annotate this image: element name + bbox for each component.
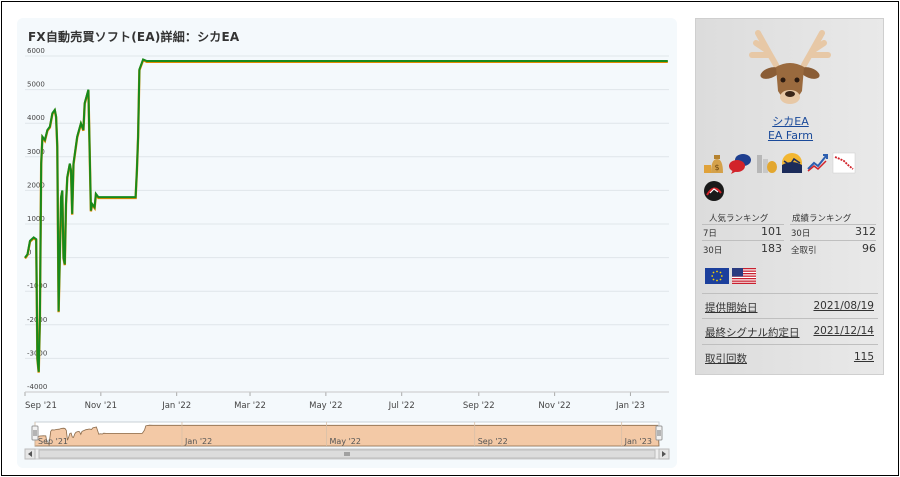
navigator-tick-label: Jan '22 bbox=[184, 437, 212, 446]
navigator-tick-label: Sep '21 bbox=[38, 437, 68, 446]
y-tick-label: 4000 bbox=[27, 114, 45, 122]
divider bbox=[702, 344, 878, 345]
page-frame: FX自動売買ソフト(EA)詳細：シカEA 6000 5000 4000 3000 200… bbox=[1, 1, 899, 476]
downtrend-icon[interactable] bbox=[832, 151, 856, 175]
y-tick-label: -4000 bbox=[27, 383, 47, 391]
popularity-rank-title: 人気ランキング bbox=[709, 214, 769, 224]
navigator-right-handle[interactable] bbox=[655, 425, 663, 441]
speech-bubbles-icon[interactable] bbox=[728, 151, 752, 175]
x-tick-label: Jan '22 bbox=[161, 401, 191, 411]
performance-rank-all-label: 全取引 bbox=[791, 246, 817, 256]
eu-flag-icon bbox=[705, 268, 729, 284]
start-date-value[interactable]: 2021/08/19 bbox=[813, 300, 874, 312]
deer-icon bbox=[749, 30, 831, 104]
vendor-link[interactable]: EA Farm bbox=[696, 129, 885, 142]
y-tick-label: 1000 bbox=[27, 215, 45, 223]
ea-profile-sidebar: シカEA EA Farm $ 人気ランキング 成績ランキング 7日 101 30… bbox=[695, 18, 884, 375]
equity-chart[interactable]: 6000500040003000200010000-1000-2000-3000… bbox=[17, 18, 677, 468]
x-tick-label: May '22 bbox=[309, 401, 342, 411]
popularity-rank-30d-value: 183 bbox=[761, 242, 782, 255]
trade-count-label[interactable]: 取引回数 bbox=[705, 351, 747, 366]
svg-text:$: $ bbox=[714, 163, 719, 172]
performance-rank-30d-value: 312 bbox=[855, 225, 876, 238]
y-tick-label: 6000 bbox=[27, 47, 45, 55]
equity-line-shadow bbox=[24, 58, 668, 373]
popularity-rank-7d-value: 101 bbox=[761, 225, 782, 238]
us-flag-icon bbox=[732, 268, 756, 284]
popularity-rank-30d-label: 30日 bbox=[703, 246, 723, 256]
bull-bear-icon[interactable] bbox=[702, 179, 726, 203]
divider bbox=[702, 293, 878, 294]
navigator-tick-label: Sep '22 bbox=[478, 437, 508, 446]
x-tick-label: Sep '22 bbox=[463, 401, 495, 411]
divider bbox=[702, 318, 878, 319]
navigator-tick-label: Jan '23 bbox=[624, 437, 652, 446]
performance-rank-all-value: 96 bbox=[862, 242, 876, 255]
start-date-label[interactable]: 提供開始日 bbox=[705, 300, 758, 315]
performance-rank-30d-label: 30日 bbox=[791, 229, 811, 239]
divider bbox=[702, 240, 784, 241]
sunrise-chart-icon[interactable] bbox=[780, 151, 804, 175]
chart-panel: FX自動売買ソフト(EA)詳細：シカEA 6000 5000 4000 3000 200… bbox=[17, 18, 677, 468]
last-signal-value[interactable]: 2021/12/14 bbox=[813, 325, 874, 337]
x-tick-label: Jan '23 bbox=[615, 401, 645, 411]
trade-count-value[interactable]: 115 bbox=[854, 351, 874, 363]
navigator-left-handle[interactable] bbox=[31, 425, 39, 441]
coin-stack-icon[interactable] bbox=[754, 151, 778, 175]
x-tick-label: Mar '22 bbox=[234, 401, 266, 411]
uptrend-icon[interactable] bbox=[806, 151, 830, 175]
money-bag-icon[interactable]: $ bbox=[702, 151, 726, 175]
x-tick-label: Nov '21 bbox=[85, 401, 117, 411]
navigator-tick-label: May '22 bbox=[330, 437, 361, 446]
x-tick-label: Sep '21 bbox=[25, 401, 57, 411]
y-tick-label: 5000 bbox=[27, 81, 45, 89]
ea-name-link[interactable]: シカEA bbox=[696, 113, 885, 129]
x-tick-label: Jul '22 bbox=[388, 401, 415, 411]
last-signal-label[interactable]: 最終シグナル約定日 bbox=[705, 325, 800, 340]
popularity-rank-7d-label: 7日 bbox=[703, 229, 717, 239]
divider bbox=[790, 240, 876, 241]
performance-rank-title: 成績ランキング bbox=[792, 214, 852, 224]
x-tick-label: Nov '22 bbox=[538, 401, 570, 411]
